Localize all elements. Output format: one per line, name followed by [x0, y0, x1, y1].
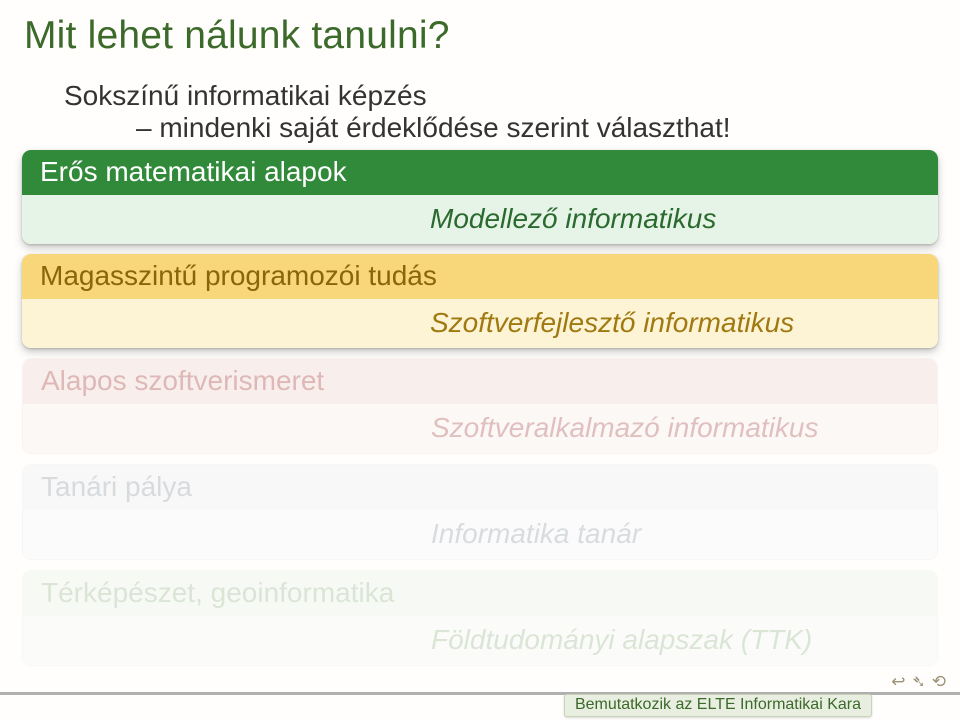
block-softk-body: Szoftveralkalmazó informatikus	[23, 404, 937, 453]
block-teacher-body-text: Informatika tanár	[41, 518, 641, 550]
intro-line-1: Sokszínű informatikai képzés	[64, 80, 427, 111]
block-prog-body: Szoftverfejlesztő informatikus	[22, 299, 938, 348]
block-geo-body: Földtudományi alapszak (TTK)	[23, 616, 937, 665]
nav-restart-icon[interactable]: ⟲	[932, 673, 946, 690]
blocks-container: Erős matematikai alapok Modellező inform…	[0, 144, 960, 666]
nav-icons: ↩ ➴ ⟲	[891, 673, 946, 690]
intro-text: Sokszínű informatikai képzés – mindenki …	[0, 80, 860, 144]
block-math: Erős matematikai alapok Modellező inform…	[22, 150, 938, 244]
block-teacher-head: Tanári pálya	[23, 465, 937, 510]
block-teacher-body: Informatika tanár	[23, 510, 937, 559]
slide: Mit lehet nálunk tanulni? Sokszínű infor…	[0, 0, 960, 720]
block-math-body-text: Modellező informatikus	[40, 203, 716, 235]
block-prog-body-text: Szoftverfejlesztő informatikus	[40, 307, 794, 339]
block-prog-head: Magasszintű programozói tudás	[22, 254, 938, 299]
block-prog: Magasszintű programozói tudás Szoftverfe…	[22, 254, 938, 348]
nav-search-icon[interactable]: ➴	[912, 673, 926, 690]
block-softk-head: Alapos szoftverismeret	[23, 359, 937, 404]
block-geo-head: Térképészet, geoinformatika	[23, 571, 937, 616]
footer-bar: Bemutatkozik az ELTE Informatikai Kara	[0, 692, 960, 720]
block-softk-body-text: Szoftveralkalmazó informatikus	[41, 412, 818, 444]
intro-line-2: – mindenki saját érdeklődése szerint vál…	[64, 112, 860, 144]
block-teacher: Tanári pálya Informatika tanár	[22, 464, 938, 560]
block-math-head: Erős matematikai alapok	[22, 150, 938, 195]
nav-back-icon[interactable]: ↩	[891, 673, 905, 690]
block-geo-body-text: Földtudományi alapszak (TTK)	[41, 624, 812, 656]
block-softk: Alapos szoftverismeret Szoftveralkalmazó…	[22, 358, 938, 454]
block-geo: Térképészet, geoinformatika Földtudomány…	[22, 570, 938, 666]
footer-title: Bemutatkozik az ELTE Informatikai Kara	[564, 694, 872, 717]
block-math-body: Modellező informatikus	[22, 195, 938, 244]
slide-title: Mit lehet nálunk tanulni?	[0, 0, 960, 80]
